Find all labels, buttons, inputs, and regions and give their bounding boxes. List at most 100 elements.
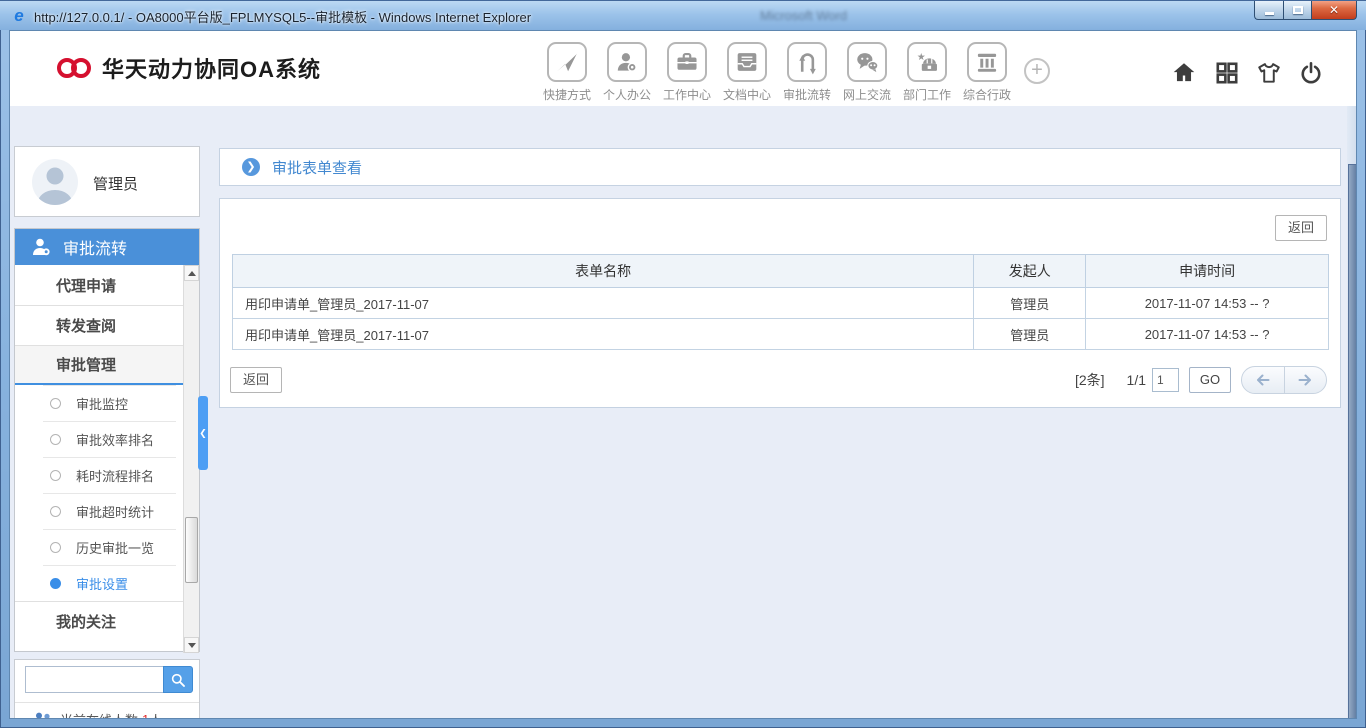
sidebar-item[interactable]: 审批设置	[15, 565, 184, 601]
sidebar-item[interactable]: 审批效率排名	[15, 421, 184, 457]
sidebar-item[interactable]: 代理申请	[15, 265, 184, 305]
table-cell: 用印申请单_管理员_2017-11-07	[231, 318, 975, 350]
app-header: 华天动力协同OA系统 快捷方式 个人办公 工作中心 文档中心 审批流转 网上交流 ★ 部门工作…	[10, 31, 1356, 106]
nav-item-4[interactable]: 文档中心	[717, 42, 777, 103]
table-header: 表单名称 发起人 申请时间	[231, 254, 1329, 288]
add-module-icon[interactable]: +	[1024, 58, 1050, 84]
nav-item-8[interactable]: 综合行政	[957, 42, 1017, 103]
header-nav: 快捷方式 个人办公 工作中心 文档中心 审批流转 网上交流 ★ 部门工作 综合行政	[537, 42, 1017, 103]
column-header: 发起人	[973, 254, 1087, 288]
sidebar-section-header[interactable]: 审批流转	[15, 229, 199, 265]
nav-item-label: 工作中心	[662, 88, 711, 102]
nav-item-label: 网上交流	[842, 88, 891, 102]
content-panel: 返回 表单名称 发起人 申请时间 用印申请单_管理员_2017-11-07 管理员 20…	[219, 198, 1341, 408]
sidebar-item-label: 耗时流程排名	[76, 468, 155, 484]
sidebar-item-label: 审批管理	[56, 357, 117, 374]
pagination: [2条] 1/1 GO	[1075, 366, 1327, 394]
sidebar-item[interactable]: 我的关注	[15, 601, 184, 641]
table-cell: 管理员	[973, 287, 1087, 319]
sidebar-item[interactable]: 审批监控	[15, 385, 184, 421]
home-icon[interactable]	[1171, 60, 1197, 86]
sidebar-scrollbar[interactable]	[183, 265, 199, 653]
nav-item-label: 快捷方式	[542, 88, 591, 102]
sidebar-item[interactable]: 转发查阅	[15, 305, 184, 345]
next-page-arrow-icon[interactable]	[1283, 367, 1327, 393]
online-users-count: 1	[142, 712, 149, 718]
nav-item-2[interactable]: 个人办公	[597, 42, 657, 103]
nav-item-3[interactable]: 工作中心	[657, 42, 717, 103]
table-cell: 2017-11-07 14:53 -- ?	[1085, 318, 1329, 350]
apps-grid-icon[interactable]	[1214, 60, 1240, 86]
nav-item-1[interactable]: 快捷方式	[537, 42, 597, 103]
sidebar-item[interactable]: 审批管理	[15, 345, 184, 385]
page-indicator: 1/1	[1126, 372, 1146, 388]
nav-item-7[interactable]: ★ 部门工作	[897, 42, 957, 103]
record-count: [2条]	[1074, 372, 1105, 388]
nav-item-label: 文档中心	[722, 88, 771, 102]
column-header: 申请时间	[1085, 254, 1329, 288]
nav-item-label: 综合行政	[962, 88, 1011, 102]
sidebar-scrollbar-thumb[interactable]	[185, 517, 198, 583]
scroll-down-arrow[interactable]	[184, 637, 199, 653]
radio-icon	[50, 469, 61, 481]
sidebar-section-title: 审批流转	[63, 241, 128, 258]
browser-window: e http://127.0.0.1/ - OA8000平台版_FPLMYSQL…	[0, 0, 1366, 728]
sidebar-item[interactable]: 审批超时统计	[15, 493, 184, 529]
sidebar-menu-panel: 审批流转 代理申请转发查阅审批管理审批监控审批效率排名 耗时流程排名 审批超时统计历…	[14, 228, 200, 653]
logo-text: 华天动力协同OA系统	[102, 57, 322, 82]
page-number-input[interactable]	[1152, 368, 1179, 392]
nav-item-label: 审批流转	[782, 88, 831, 102]
search-icon	[171, 673, 185, 687]
table-row[interactable]: 用印申请单_管理员_2017-11-07 管理员 2017-11-07 14:53 …	[231, 287, 1329, 319]
sidebar-item[interactable]: 耗时流程排名	[15, 457, 184, 493]
user-panel[interactable]: 管理员	[14, 146, 200, 217]
nav-item-5[interactable]: 审批流转	[777, 42, 837, 103]
back-button-top[interactable]: 返回	[1275, 215, 1327, 241]
sidebar-item-label: 审批效率排名	[76, 432, 155, 448]
back-button-bottom[interactable]: 返回	[230, 367, 282, 393]
main-scrollbar-thumb[interactable]	[1348, 164, 1356, 718]
table-cell: 用印申请单_管理员_2017-11-07	[231, 287, 975, 319]
minimize-button[interactable]	[1254, 1, 1283, 20]
close-button[interactable]: ✕	[1311, 1, 1357, 20]
previous-page-arrow-icon[interactable]	[1242, 367, 1284, 393]
chevron-right-icon: ❯	[242, 158, 260, 176]
online-users-status: 当前在线人数 1 人	[33, 710, 162, 718]
power-icon[interactable]	[1298, 60, 1324, 86]
table-row[interactable]: 用印申请单_管理员_2017-11-07 管理员 2017-11-07 14:53 …	[231, 318, 1329, 350]
window-controls: ✕	[1254, 1, 1357, 20]
sidebar-search-panel: 当前在线人数 1 人	[14, 659, 200, 718]
paper-plane-icon	[547, 42, 587, 82]
sidebar-item-label: 审批超时统计	[76, 504, 155, 520]
sidebar-item-label: 我的关注	[56, 614, 117, 631]
person-badge-icon	[33, 238, 50, 256]
sidebar-item[interactable]: 历史审批一览	[15, 529, 184, 565]
chat-bubbles-icon	[847, 42, 887, 82]
scroll-up-arrow[interactable]	[184, 265, 199, 281]
radio-icon	[50, 505, 61, 517]
window-title: http://127.0.0.1/ - OA8000平台版_FPLMYSQL5-…	[34, 10, 532, 25]
sidebar-item-label: 审批设置	[76, 576, 129, 592]
radio-selected-icon	[50, 577, 61, 589]
document-tray-icon	[727, 42, 767, 82]
briefcase-icon	[667, 42, 707, 82]
search-button[interactable]	[163, 666, 193, 693]
main-scrollbar[interactable]	[1347, 106, 1356, 718]
maximize-button[interactable]	[1283, 1, 1311, 20]
app-logo: 华天动力协同OA系统	[56, 53, 321, 83]
sidebar-item-label: 审批监控	[76, 396, 129, 412]
go-button[interactable]: GO	[1189, 367, 1231, 393]
theme-shirt-icon[interactable]	[1256, 60, 1282, 86]
search-input[interactable]	[25, 666, 163, 693]
table-cell: 2017-11-07 14:53 -- ?	[1085, 287, 1329, 319]
sidebar-collapse-handle[interactable]: ❮	[198, 396, 208, 470]
sidebar-menu-list: 代理申请转发查阅审批管理审批监控审批效率排名 耗时流程排名 审批超时统计历史审批一览…	[15, 265, 184, 653]
avatar	[32, 159, 78, 205]
bank-icon	[967, 42, 1007, 82]
username-label: 管理员	[93, 176, 139, 193]
uturn-arrows-icon	[787, 42, 827, 82]
column-header: 表单名称	[231, 254, 975, 288]
browser-viewport: 华天动力协同OA系统 快捷方式 个人办公 工作中心 文档中心 审批流转 网上交流 ★ 部门工作…	[9, 30, 1357, 719]
nav-item-6[interactable]: 网上交流	[837, 42, 897, 103]
sidebar-item-label: 代理申请	[56, 277, 117, 295]
